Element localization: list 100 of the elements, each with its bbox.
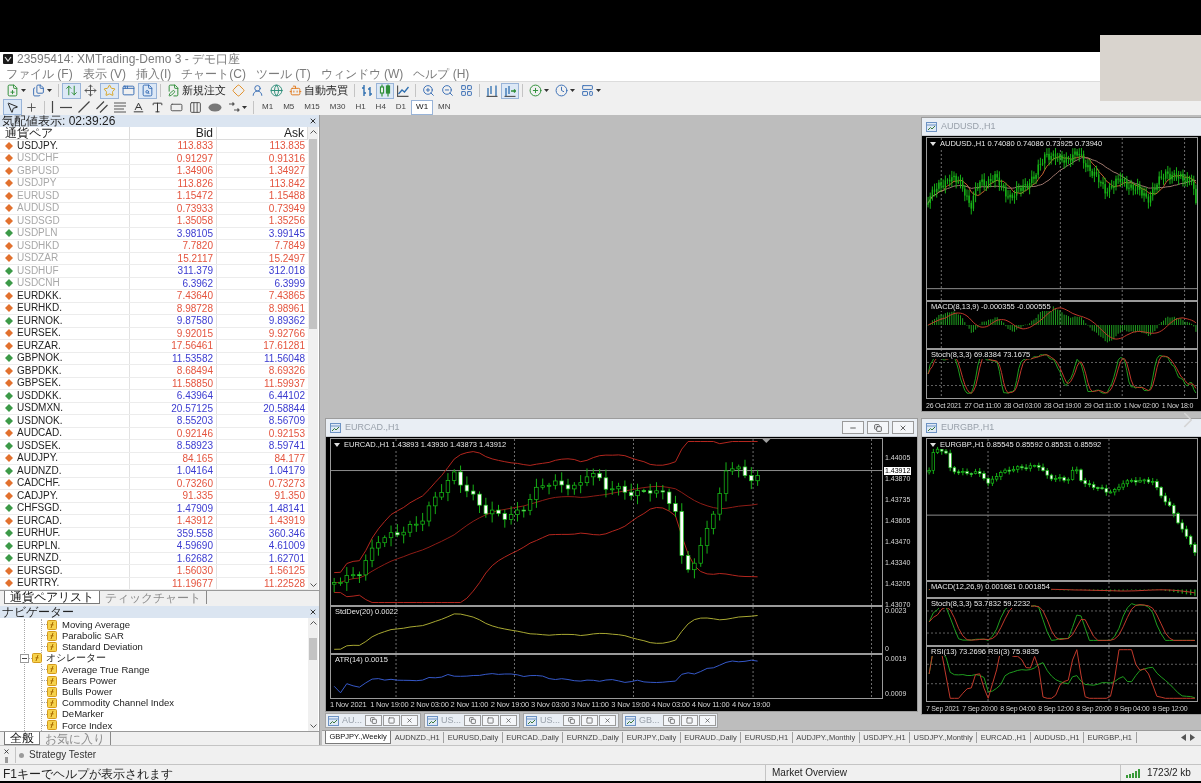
symbol-name[interactable]: GBPDKK.	[17, 365, 62, 376]
menu-item[interactable]: ウィンドウ (W)	[315, 67, 409, 80]
symbol-name[interactable]: EURSGD.	[17, 565, 63, 576]
timeframe-button[interactable]: M30	[324, 99, 351, 115]
menu-item[interactable]: ヘルプ (H)	[408, 67, 475, 80]
new-order-button[interactable]: 新規注文	[164, 82, 229, 99]
minus-box-icon[interactable]	[20, 653, 29, 663]
symbol-name[interactable]: EURNZD.	[17, 553, 62, 564]
close-button[interactable]	[401, 715, 418, 726]
periods-button[interactable]	[552, 82, 578, 99]
close-button[interactable]	[892, 421, 914, 434]
menu-item[interactable]: 表示 (V)	[77, 67, 131, 80]
timeframe-button[interactable]: W1	[411, 99, 434, 115]
data-window-button[interactable]	[81, 82, 100, 99]
symbol-name[interactable]: GBPSEK.	[17, 378, 61, 389]
panel-tab[interactable]: 通貨ペアリスト	[4, 591, 100, 604]
symbol-name[interactable]: USDNOK.	[17, 415, 63, 426]
symbol-name[interactable]: AUDNZD.	[17, 465, 62, 476]
auto-trading-button[interactable]: 自動売買	[286, 82, 351, 99]
close-icon[interactable]	[309, 117, 317, 125]
tree-item[interactable]: Bears Power	[62, 675, 117, 686]
timeframe-button[interactable]: M15	[299, 99, 325, 115]
symbol-name[interactable]: EURHUF.	[17, 528, 61, 539]
maximize-button[interactable]	[383, 715, 400, 726]
tester-tab[interactable]: Strategy Tester	[15, 747, 100, 763]
timeframe-button[interactable]: M5	[278, 99, 300, 115]
indicators-button[interactable]	[526, 82, 552, 99]
tree-item[interactable]: Average True Range	[62, 664, 150, 675]
signals-button[interactable]	[267, 82, 286, 99]
grip-icon[interactable]	[5, 756, 8, 763]
menu-item[interactable]: ファイル (F)	[1, 67, 78, 80]
tree-item[interactable]: Force Index	[62, 720, 113, 731]
symbol-name[interactable]: CADJPY.	[17, 490, 58, 501]
column-header[interactable]: Bid	[130, 127, 217, 139]
symbol-name[interactable]: EURHKD.	[17, 303, 62, 314]
symbol-name[interactable]: EURDKK.	[17, 290, 62, 301]
menu-item[interactable]: ツール (T)	[251, 67, 316, 80]
close-icon[interactable]	[309, 608, 317, 616]
timeframe-button[interactable]: M1	[257, 99, 279, 115]
symbol-name[interactable]: AUDCAD.	[17, 428, 62, 439]
column-header[interactable]: 通貨ペア	[0, 127, 130, 139]
timeframe-button[interactable]: H1	[350, 99, 371, 115]
editor-button[interactable]	[229, 82, 248, 99]
triangle-down-icon[interactable]	[930, 442, 936, 447]
cursor-button[interactable]	[3, 99, 22, 115]
maximize-button[interactable]	[482, 715, 499, 726]
symbol-name[interactable]: EURNOK.	[17, 315, 63, 326]
minimize-button[interactable]	[842, 421, 864, 434]
symbol-name[interactable]: AUDJPY.	[17, 453, 58, 464]
symbol-name[interactable]: EURZAR.	[17, 340, 61, 351]
maximize-button[interactable]	[680, 715, 698, 726]
restore-button[interactable]	[365, 715, 382, 726]
close-button[interactable]	[698, 715, 716, 726]
restore-button[interactable]	[867, 421, 889, 434]
tree-item[interactable]: Standard Deviation	[62, 642, 143, 652]
triangle-down-icon[interactable]	[930, 141, 936, 146]
close-icon[interactable]	[3, 747, 10, 755]
timeframe-button[interactable]: D1	[390, 99, 412, 115]
folder-label[interactable]: オシレーター	[46, 653, 106, 664]
scroll-down-icon[interactable]	[309, 583, 317, 587]
tree-item[interactable]: Commodity Channel Index	[62, 698, 174, 708]
symbol-name[interactable]: USDSEK.	[17, 440, 61, 451]
timeframe-button[interactable]: H4	[370, 99, 391, 115]
triangle-marker-icon[interactable]	[762, 439, 771, 443]
symbol-name[interactable]: EURPLN.	[17, 540, 61, 551]
timeframe-button[interactable]: MN	[433, 99, 456, 115]
scroll-down-icon[interactable]	[309, 724, 317, 728]
restore-button[interactable]	[464, 715, 481, 726]
menu-item[interactable]: 挿入(I)	[131, 67, 177, 80]
auto-scroll-button[interactable]	[501, 82, 519, 99]
tree-item[interactable]: Parabolic SAR	[62, 631, 124, 641]
restore-button[interactable]	[563, 715, 580, 726]
panel-tab[interactable]: 全般	[4, 732, 40, 745]
triangle-down-icon[interactable]	[334, 442, 340, 447]
tree-item[interactable]: Bulls Power	[62, 686, 113, 697]
tree-item[interactable]: Moving Average	[62, 619, 130, 630]
scrollbar[interactable]	[308, 618, 318, 731]
tree-item[interactable]: DeMarker	[62, 709, 104, 719]
menu-item[interactable]: チャート(C)	[176, 67, 251, 80]
symbol-name[interactable]: USDJPY.	[17, 140, 58, 151]
close-button[interactable]	[500, 715, 517, 726]
symbol-name[interactable]: EURCAD.	[17, 515, 62, 526]
symbol-name[interactable]: CADCHF.	[17, 478, 61, 489]
symbol-name[interactable]: EURSEK.	[17, 328, 61, 339]
symbol-name[interactable]: GBPNOK.	[17, 353, 63, 364]
scrollbar[interactable]	[308, 127, 318, 590]
scroll-left-icon[interactable]	[1181, 734, 1186, 741]
candlestick-chart-button[interactable]	[376, 82, 394, 99]
scroll-right-icon[interactable]	[1190, 734, 1195, 741]
scrollbar-thumb[interactable]	[309, 638, 317, 660]
symbol-name[interactable]: EURTRY.	[17, 578, 60, 589]
maximize-button[interactable]	[581, 715, 598, 726]
scrollbar-thumb[interactable]	[309, 139, 317, 329]
scroll-up-icon[interactable]	[309, 130, 317, 134]
symbol-name[interactable]: USDDKK.	[17, 390, 62, 401]
symbol-name[interactable]: CHFSGD.	[17, 503, 62, 514]
close-button[interactable]	[599, 715, 616, 726]
scroll-up-icon[interactable]	[309, 621, 317, 625]
restore-button[interactable]	[662, 715, 680, 726]
symbol-name[interactable]: USDMXN.	[17, 403, 64, 414]
